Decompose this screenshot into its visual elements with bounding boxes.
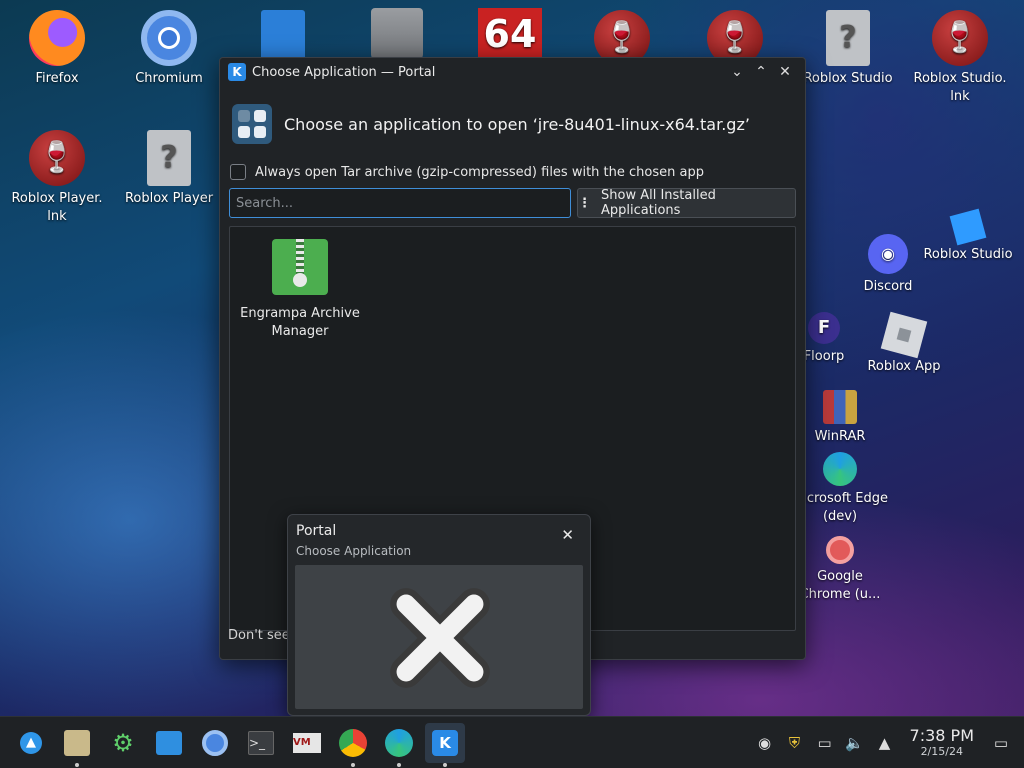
tray-expand-icon[interactable]: ▲ [872,734,898,752]
notification-title: Portal [296,523,337,539]
app-tile-engrampa[interactable]: Engrampa Archive Manager [240,239,360,341]
desktop-icon-roblox-studio-lnk[interactable]: 🍷 Roblox Studio. lnk [910,10,1010,106]
tray-clipboard-icon[interactable]: ▭ [812,734,838,752]
tray-discord-icon[interactable]: ◉ [752,734,778,752]
app-launcher-button[interactable]: ▲ [11,723,51,763]
winrar-icon [823,390,857,424]
desktop-icon-roblox-player-lnk[interactable]: 🍷 Roblox Player. lnk [7,130,107,226]
notification-close-button[interactable]: ✕ [561,526,574,544]
notification-preview[interactable] [295,565,583,709]
show-all-apps-button[interactable]: ⋮ Show All Installed Applications [577,188,796,218]
unknown-file-icon: ? [147,130,191,186]
floorp-icon: F [808,312,840,344]
dialog-titlebar[interactable]: K Choose Application — Portal ⌄ ⌃ ✕ [220,58,805,86]
clock-time: 7:38 PM [909,726,974,745]
desktop-icon-label: Firefox [35,71,79,86]
clock-date: 2/15/24 [920,745,963,758]
desktop-icon-label: Roblox Studio. lnk [913,71,1007,104]
archive-zipper-icon [272,239,328,295]
taskbar-file-manager[interactable] [57,723,97,767]
always-open-label[interactable]: Always open Tar archive (gzip-compressed… [255,165,704,180]
taskbar: ▲ ⚙ >_ VM K ◉ ⛨ ▭ 🔈 ▲ 7:38 PM 2/15/24 ▭ [0,716,1024,768]
terminal-icon: >_ [248,730,274,755]
desktop-icon-label: Chromium [135,71,203,86]
search-input[interactable] [229,188,571,218]
chrome-icon [826,536,854,564]
taskbar-edge-dev[interactable] [379,723,419,767]
show-desktop-icon[interactable]: ▭ [988,734,1014,752]
taskbar-vm[interactable]: VM [287,723,327,763]
desktop-icon-64[interactable]: 64 [460,8,560,64]
app-tile-label: Engrampa Archive Manager [240,306,360,339]
kde-logo-icon: K [432,729,458,756]
desktop-icon-chromium[interactable]: Chromium [119,10,219,88]
close-button[interactable]: ✕ [773,64,797,80]
chromium-icon [202,729,228,756]
taskbar-terminal[interactable]: >_ [241,723,281,763]
notification-subtitle: Choose Application [296,544,412,558]
firefox-icon [29,10,85,66]
desktop-icon-discord[interactable]: ◉ Discord [838,234,938,296]
arch-logo-icon: ▲ [20,731,42,754]
wine-icon: 🍷 [29,130,85,186]
store-bag-icon [156,730,182,755]
sixtyfour-icon: 64 [478,8,542,60]
taskbar-store[interactable] [149,723,189,763]
virtual-machine-icon: VM [293,732,321,753]
tray-volume-icon[interactable]: 🔈 [842,734,868,752]
settings-gear-icon: ⚙ [112,728,134,757]
search-row: ⋮ Show All Installed Applications [220,180,805,218]
discord-icon: ◉ [868,234,908,274]
desktop-icon-label: Roblox App [867,359,941,374]
desktop-icon-label: Roblox Player [124,191,214,206]
minimize-button[interactable]: ⌄ [725,64,749,80]
maximize-button[interactable]: ⌃ [749,64,773,80]
desktop-icon-roblox-studio[interactable]: ? Roblox Studio [798,10,898,88]
desktop-icon-label: Floorp [803,349,845,364]
desktop-icon-label: Roblox Player. lnk [11,191,103,224]
chrome-dev-icon [339,728,367,757]
tray-shield-icon[interactable]: ⛨ [782,734,808,752]
desktop-icon-roblox-app[interactable]: Roblox App [854,311,954,376]
roblox-studio-icon [949,208,987,246]
chromium-icon [141,10,197,66]
desktop-icon-label: Discord [863,279,913,294]
dialog-title: Choose Application — Portal [252,64,436,80]
taskbar-portal[interactable]: K [425,722,465,767]
taskbar-chromium[interactable] [195,723,235,763]
taskbar-discover[interactable]: ⚙ [103,723,143,763]
wine-icon: 🍷 [932,10,988,66]
desktop-icon-label: Microsoft Edge (dev) [791,491,888,524]
always-open-checkbox[interactable] [230,164,246,180]
show-all-apps-label: Show All Installed Applications [601,188,716,218]
kebab-menu-icon: ⋮ [578,195,591,211]
edge-dev-icon [823,452,857,486]
edge-dev-icon [385,728,413,757]
desktop-icon-label: WinRAR [814,429,866,444]
dialog-header: Choose an application to open ‘jre-8u401… [220,86,805,150]
dialog-heading: Choose an application to open ‘jre-8u401… [284,114,750,134]
desktop-icon-firefox[interactable]: Firefox [7,10,107,88]
always-open-row[interactable]: Always open Tar archive (gzip-compressed… [220,150,805,180]
kde-logo-icon: K [228,63,246,81]
trash-icon [371,8,423,62]
file-manager-icon [64,729,90,756]
unknown-file-icon: ? [826,10,870,66]
application-grid-icon [232,104,272,144]
desktop-icon-roblox-player[interactable]: ? Roblox Player [119,130,219,208]
portal-notification: Portal Choose Application ✕ [287,514,591,716]
taskbar-chrome-dev[interactable] [333,723,373,767]
desktop-icon-label: Roblox Studio [803,71,893,86]
roblox-icon [880,311,928,359]
clock[interactable]: 7:38 PM 2/15/24 [909,726,974,759]
large-close-icon [390,588,490,688]
desktop-icon-label: Google Chrome (u... [799,569,881,602]
